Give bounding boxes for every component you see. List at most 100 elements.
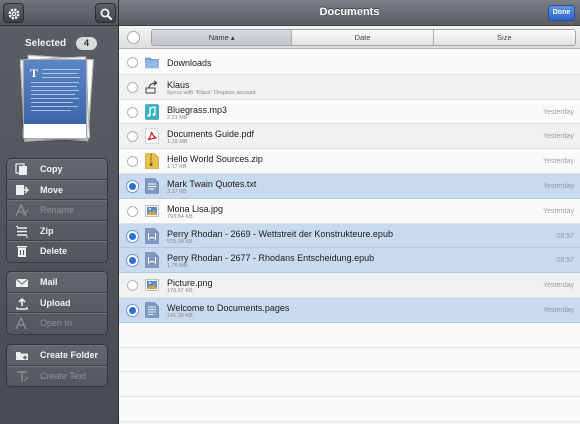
search-button[interactable]	[95, 3, 116, 23]
file-name: Mark Twain Quotes.txt	[167, 178, 257, 189]
move-label: Move	[40, 184, 64, 195]
file-row[interactable]: Mona Lisa.jpg 793.84 KB Yesterday	[119, 198, 580, 224]
file-name: Picture.png	[167, 278, 213, 289]
move-button[interactable]: Move	[7, 179, 107, 200]
copy-label: Copy	[40, 164, 63, 174]
selection-radio[interactable]	[127, 106, 138, 118]
rename-icon	[15, 204, 29, 217]
file-name: Bluegrass.mp3	[167, 104, 228, 115]
sort-by-size-tab[interactable]: Size	[434, 30, 575, 45]
document-browser: Documents Done Name ▴ Date Size Download…	[119, 0, 580, 424]
selection-radio[interactable]	[127, 230, 138, 242]
selection-radio[interactable]	[127, 156, 138, 168]
file-row[interactable]: Documents Guide.pdf 1.18 MB Yesterday	[119, 124, 580, 150]
file-detail: 793.84 KB	[167, 213, 193, 220]
mail-button[interactable]: Mail	[7, 272, 107, 293]
selection-radio[interactable]	[127, 205, 138, 217]
file-row[interactable]: Klaus Syncs with "Klaus" Dropbox account	[119, 74, 580, 100]
shared-folder-icon	[145, 79, 159, 95]
zip-icon	[16, 225, 28, 237]
file-list: Downloads Klaus Syncs with "Klaus" Dropbox…	[119, 50, 580, 422]
file-name: Perry Rhodan - 2677 - Rhodans Entscheidu…	[167, 253, 375, 264]
epub-file-icon	[145, 252, 159, 269]
empty-row	[119, 322, 580, 348]
file-name: Klaus	[167, 79, 190, 90]
file-date: Yesterday	[543, 158, 574, 166]
action-group-share: Mail Upload Open In	[6, 271, 108, 335]
selection-radio[interactable]	[127, 304, 138, 316]
file-date: Yesterday	[543, 108, 574, 116]
search-icon	[100, 8, 113, 21]
sidebar-toolbar	[0, 0, 118, 26]
file-date: Yesterday	[543, 306, 574, 314]
image-file-icon	[145, 277, 159, 293]
file-row[interactable]: Perry Rhodan - 2669 - Wettstreit der Kon…	[119, 223, 580, 249]
file-detail: 1.17 KB	[167, 164, 187, 171]
rename-button[interactable]: Rename	[7, 200, 107, 221]
selection-radio[interactable]	[127, 131, 138, 143]
sort-by-name-tab[interactable]: Name ▴	[152, 30, 293, 45]
file-detail: 575.00 KB	[167, 238, 193, 245]
zip-label: Zip	[40, 225, 54, 236]
file-detail: Syncs with "Klaus" Dropbox account	[167, 89, 256, 96]
sort-segmented-control: Name ▴ Date Size	[151, 29, 576, 46]
column-header-bar: Name ▴ Date Size	[119, 26, 580, 49]
upload-icon	[16, 297, 28, 310]
move-icon	[16, 184, 29, 195]
open-in-icon	[15, 317, 27, 330]
file-detail: 1.18 MB	[167, 139, 188, 146]
file-detail: 1.79 MB	[167, 263, 188, 270]
empty-row	[119, 372, 580, 398]
selection-radio[interactable]	[127, 180, 138, 192]
file-row[interactable]: Downloads	[119, 50, 580, 75]
file-name: Mona Lisa.jpg	[167, 203, 224, 214]
create-folder-label: Create Folder	[40, 350, 99, 360]
open-in-button[interactable]: Open In	[7, 313, 107, 334]
select-all-checkbox[interactable]	[127, 31, 140, 44]
selection-radio[interactable]	[127, 255, 138, 267]
file-row[interactable]: Bluegrass.mp3 2.21 MB Yesterday	[119, 99, 580, 125]
file-name: Downloads	[167, 58, 212, 68]
copy-button[interactable]: Copy	[7, 159, 107, 180]
page-title: Documents	[319, 6, 380, 18]
file-row[interactable]: Welcome to Documents.pages 141.30 KB Yeste…	[119, 297, 580, 323]
copy-icon	[15, 163, 27, 175]
file-date: Yesterday	[543, 182, 574, 190]
create-text-button[interactable]: Create Text	[7, 365, 107, 387]
file-date: Yesterday	[543, 133, 574, 141]
file-name: Hello World Sources.zip	[167, 154, 263, 165]
create-folder-button[interactable]: Create Folder	[7, 345, 107, 366]
create-text-label: Create Text	[40, 370, 86, 381]
zip-button[interactable]: Zip	[7, 220, 107, 241]
upload-button[interactable]: Upload	[7, 292, 107, 313]
selected-label: Selected	[25, 38, 67, 49]
create-text-icon	[17, 370, 29, 382]
delete-button[interactable]: Delete	[7, 241, 107, 262]
file-row[interactable]: Picture.png 178.67 KB Yesterday	[119, 273, 580, 298]
file-row[interactable]: Mark Twain Quotes.txt 3.17 KB Yesterday	[119, 173, 580, 199]
selection-radio[interactable]	[127, 57, 138, 68]
navigation-bar: Documents Done	[119, 0, 580, 26]
file-detail: 3.17 KB	[167, 188, 187, 195]
file-date: Yesterday	[543, 207, 574, 215]
file-row[interactable]: Perry Rhodan - 2677 - Rhodans Entscheidu…	[119, 248, 580, 274]
empty-row	[119, 397, 580, 422]
audio-file-icon	[145, 103, 159, 120]
selection-radio[interactable]	[127, 280, 138, 292]
epub-file-icon	[145, 227, 159, 244]
action-group-create: Create Folder Create Text	[6, 344, 108, 387]
trash-icon	[17, 246, 27, 257]
pages-file-icon	[145, 302, 159, 318]
settings-button[interactable]	[3, 3, 24, 23]
selection-radio[interactable]	[127, 81, 138, 93]
preview-type-label: PAGES	[41, 127, 69, 136]
done-button[interactable]: Done	[548, 5, 575, 21]
file-date: 08:57	[556, 232, 574, 240]
file-row[interactable]: Hello World Sources.zip 1.17 KB Yesterday	[119, 149, 580, 174]
sort-by-date-tab[interactable]: Date	[292, 30, 434, 45]
empty-row	[119, 347, 580, 373]
file-detail: 178.67 KB	[167, 288, 193, 295]
file-name: Documents Guide.pdf	[167, 129, 255, 140]
file-detail: 141.30 KB	[167, 312, 193, 319]
upload-label: Upload	[40, 297, 71, 308]
